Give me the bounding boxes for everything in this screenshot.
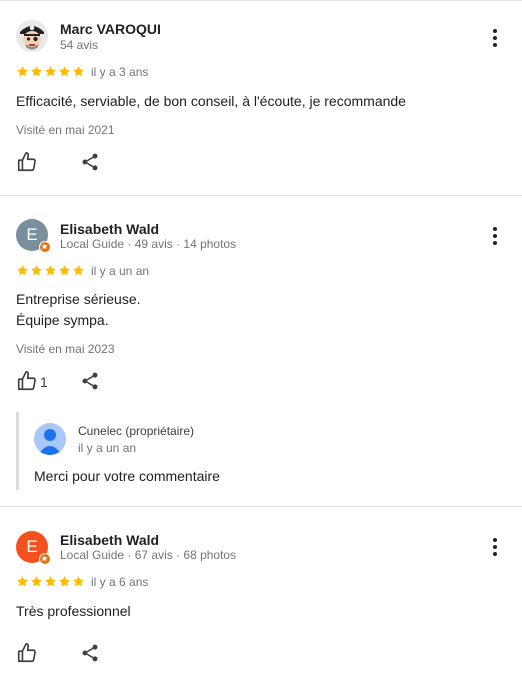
avatar[interactable]: E: [16, 531, 51, 565]
share-icon: [82, 644, 98, 662]
star-icon: [17, 265, 28, 276]
more-vert-icon: [493, 29, 497, 47]
divider: [0, 506, 522, 507]
star-rating: [16, 575, 85, 588]
reviewer-meta: Local Guide · 67 avis · 68 photos: [60, 548, 237, 562]
visited-date: Visité en mai 2021: [16, 123, 115, 137]
avatar[interactable]: E: [16, 219, 51, 253]
reviewer-name[interactable]: Elisabeth Wald: [60, 221, 159, 237]
more-options-button[interactable]: [486, 224, 504, 248]
more-options-button[interactable]: [486, 26, 504, 50]
star-icon: [31, 265, 42, 276]
reply-date: il y a un an: [78, 441, 137, 455]
star-icon: [45, 265, 56, 276]
reviewer-name[interactable]: Marc VAROQUI: [60, 21, 161, 37]
star-icon: [17, 576, 28, 587]
owner-name: Cunelec (propriétaire): [78, 424, 195, 438]
reviewer-meta: Local Guide · 49 avis · 14 photos: [60, 237, 237, 251]
reviewer-meta: 54 avis: [60, 38, 99, 52]
star-icon: [59, 576, 70, 587]
reply-text: Merci pour votre commentaire: [34, 468, 220, 484]
review-text: Entreprise sérieuse. Équipe sympa.: [16, 291, 141, 328]
star-icon: [73, 265, 84, 276]
like-button[interactable]: [16, 151, 38, 173]
star-rating: [16, 65, 85, 78]
pirate-avatar-icon: [16, 20, 48, 52]
star-icon: [45, 576, 56, 587]
avatar[interactable]: [16, 20, 48, 52]
share-button[interactable]: [80, 151, 100, 173]
review-text: Efficacité, serviable, de bon conseil, à…: [16, 93, 406, 109]
thumb-up-icon: [17, 152, 36, 172]
review-text: Très professionnel: [16, 603, 131, 619]
more-vert-icon: [493, 227, 497, 245]
star-icon: [73, 66, 84, 77]
divider: [0, 195, 522, 196]
star-rating: [16, 264, 85, 277]
share-icon: [82, 372, 98, 390]
like-count: 1: [40, 374, 48, 390]
owner-reply: Cunelec (propriétaire) il y a un an Merc…: [16, 412, 509, 490]
thumb-up-icon: [17, 643, 36, 663]
star-icon: [59, 265, 70, 276]
star-icon: [17, 66, 28, 77]
visited-date: Visité en mai 2023: [16, 342, 115, 356]
share-button[interactable]: [80, 370, 100, 392]
more-vert-icon: [493, 538, 497, 556]
local-guide-badge-icon: [39, 553, 51, 565]
share-icon: [82, 153, 98, 171]
person-icon: [38, 429, 62, 455]
star-icon: [73, 576, 84, 587]
review-date: il y a 6 ans: [91, 575, 149, 589]
divider: [0, 0, 522, 1]
share-button[interactable]: [80, 642, 100, 664]
owner-avatar[interactable]: [34, 423, 66, 455]
reviewer-name[interactable]: Elisabeth Wald: [60, 532, 159, 548]
star-icon: [59, 66, 70, 77]
review-date: il y a 3 ans: [91, 65, 149, 79]
star-icon: [45, 66, 56, 77]
review-date: il y a un an: [91, 264, 150, 278]
like-button[interactable]: [16, 642, 38, 664]
more-options-button[interactable]: [486, 535, 504, 559]
star-icon: [31, 576, 42, 587]
like-button[interactable]: [16, 370, 38, 392]
local-guide-badge-icon: [39, 241, 51, 253]
thumb-up-icon: [17, 371, 36, 391]
star-icon: [31, 66, 42, 77]
